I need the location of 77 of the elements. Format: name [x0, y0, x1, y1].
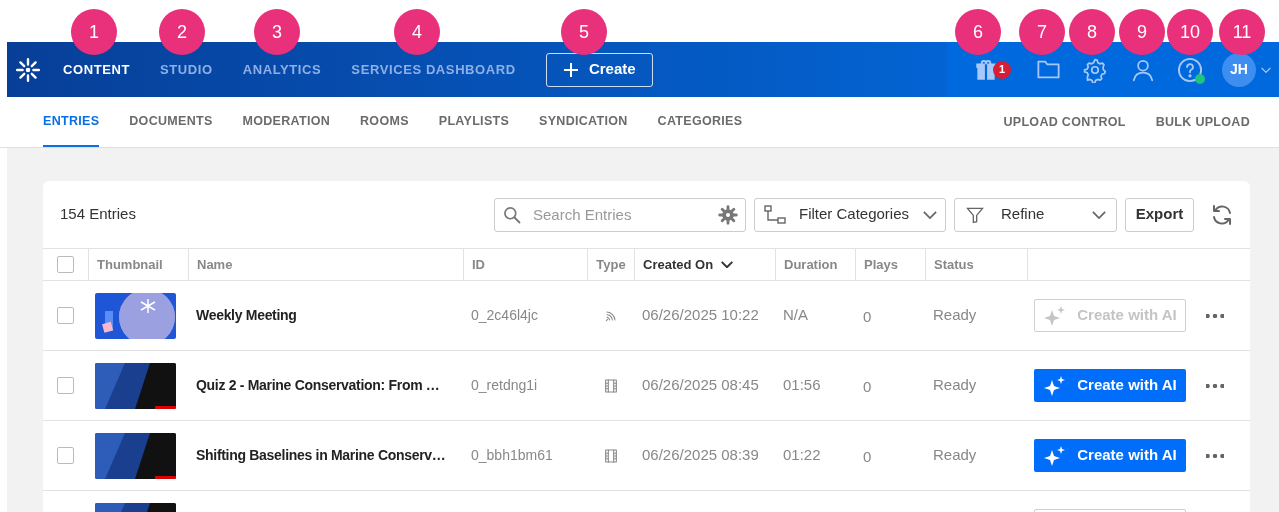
more-options-icon: [1206, 453, 1224, 458]
entry-id: 0_bbh1bm61: [470, 446, 554, 465]
upload-link[interactable]: UPLOAD CONTROL: [1003, 112, 1126, 132]
callout-number: 8: [1069, 9, 1115, 55]
column-header[interactable]: Duration: [775, 249, 855, 280]
filter-categories-dropdown[interactable]: Filter Categories: [754, 197, 946, 232]
status-value: Ready: [932, 305, 978, 326]
subnav-tab[interactable]: ROOMS: [360, 97, 409, 147]
subnav-tab[interactable]: PLAYLISTS: [438, 97, 510, 147]
nav-tab[interactable]: SERVICES DASHBOARD: [351, 59, 516, 80]
callout-number: 3: [254, 9, 300, 55]
chevron-down-icon: [923, 210, 937, 219]
status-value: Ready: [932, 445, 978, 466]
plays-count: 0: [862, 377, 873, 398]
subnav-tab[interactable]: SYNDICATION: [539, 97, 628, 147]
help-icon: [1176, 55, 1204, 84]
entries-count: 154 Entries: [60, 204, 136, 225]
checkbox[interactable]: [57, 377, 74, 394]
callout-number: 9: [1119, 9, 1165, 55]
logo-icon: [15, 56, 41, 83]
subnav-tab[interactable]: CATEGORIES: [657, 97, 743, 147]
checkbox[interactable]: [57, 307, 74, 324]
upload-link[interactable]: BULK UPLOAD: [1155, 112, 1250, 132]
export-button[interactable]: Export: [1125, 197, 1194, 232]
entry-id: 0_retdng1i: [470, 376, 539, 395]
column-header[interactable]: ID: [463, 249, 587, 280]
created-date: 06/26/2025 08:45: [641, 375, 760, 396]
checkbox[interactable]: [57, 447, 74, 464]
column-header[interactable]: Created On: [634, 249, 775, 280]
column-header[interactable]: Type: [587, 249, 634, 280]
created-date: 06/26/2025 08:39: [641, 445, 760, 466]
film-icon: [602, 377, 619, 394]
more-options-icon: [1206, 383, 1224, 388]
callout-number: 10: [1167, 9, 1213, 55]
plus-icon: [562, 61, 579, 78]
chevron-down-icon: [1092, 210, 1106, 219]
search-field[interactable]: Search Entries: [494, 197, 746, 232]
callout-number: 7: [1019, 9, 1065, 55]
subnav-tab[interactable]: MODERATION: [242, 97, 331, 147]
notification-badge: 1: [993, 60, 1011, 79]
status-value: Ready: [932, 375, 978, 396]
checkbox[interactable]: [57, 256, 74, 273]
nav-tab[interactable]: CONTENT: [63, 59, 131, 80]
callout-number: 4: [394, 9, 440, 55]
subnav-tab[interactable]: DOCUMENTS: [129, 97, 213, 147]
entry-id: 0_2c46l4jc: [470, 306, 539, 325]
more-options-icon: [1206, 313, 1224, 318]
entry-name: Weekly Meeting: [195, 306, 298, 325]
callout-number: 11: [1219, 9, 1265, 55]
plays-count: 0: [862, 307, 873, 328]
film-icon: [602, 447, 619, 464]
callout-number: 5: [561, 9, 607, 55]
created-date: 06/26/2025 10:22: [641, 305, 760, 326]
nav-tab[interactable]: STUDIO: [160, 59, 213, 80]
column-header[interactable]: Plays: [855, 249, 925, 280]
search-icon: [502, 204, 522, 225]
duration-value: 01:22: [782, 445, 822, 466]
duration-value: N/A: [782, 305, 809, 326]
create-with-ai-button[interactable]: Create with AI: [1034, 369, 1186, 402]
nav-tab[interactable]: ANALYTICS: [242, 59, 322, 80]
entry-name: Shifting Baselines in Marine Conserv…: [195, 446, 447, 465]
callout-number: 2: [159, 9, 205, 55]
entry-name: Quiz 2 - Marine Conservation: From …: [195, 376, 441, 395]
column-header[interactable]: Thumbnail: [88, 249, 188, 280]
hierarchy-icon: [763, 203, 787, 226]
plays-count: 0: [862, 447, 873, 468]
settings-icon: [1082, 56, 1108, 83]
callout-number: 6: [955, 9, 1001, 55]
settings-icon: [718, 204, 738, 225]
duration-value: 01:56: [782, 375, 822, 396]
column-header[interactable]: Status: [925, 249, 1027, 280]
refine-dropdown[interactable]: Refine: [954, 197, 1117, 232]
create-with-ai-button[interactable]: Create with AI: [1034, 439, 1186, 472]
user-avatar[interactable]: JH: [1222, 52, 1256, 87]
column-header[interactable]: Name: [188, 249, 463, 280]
refresh-icon: [1210, 202, 1234, 227]
callout-number: 1: [71, 9, 117, 55]
